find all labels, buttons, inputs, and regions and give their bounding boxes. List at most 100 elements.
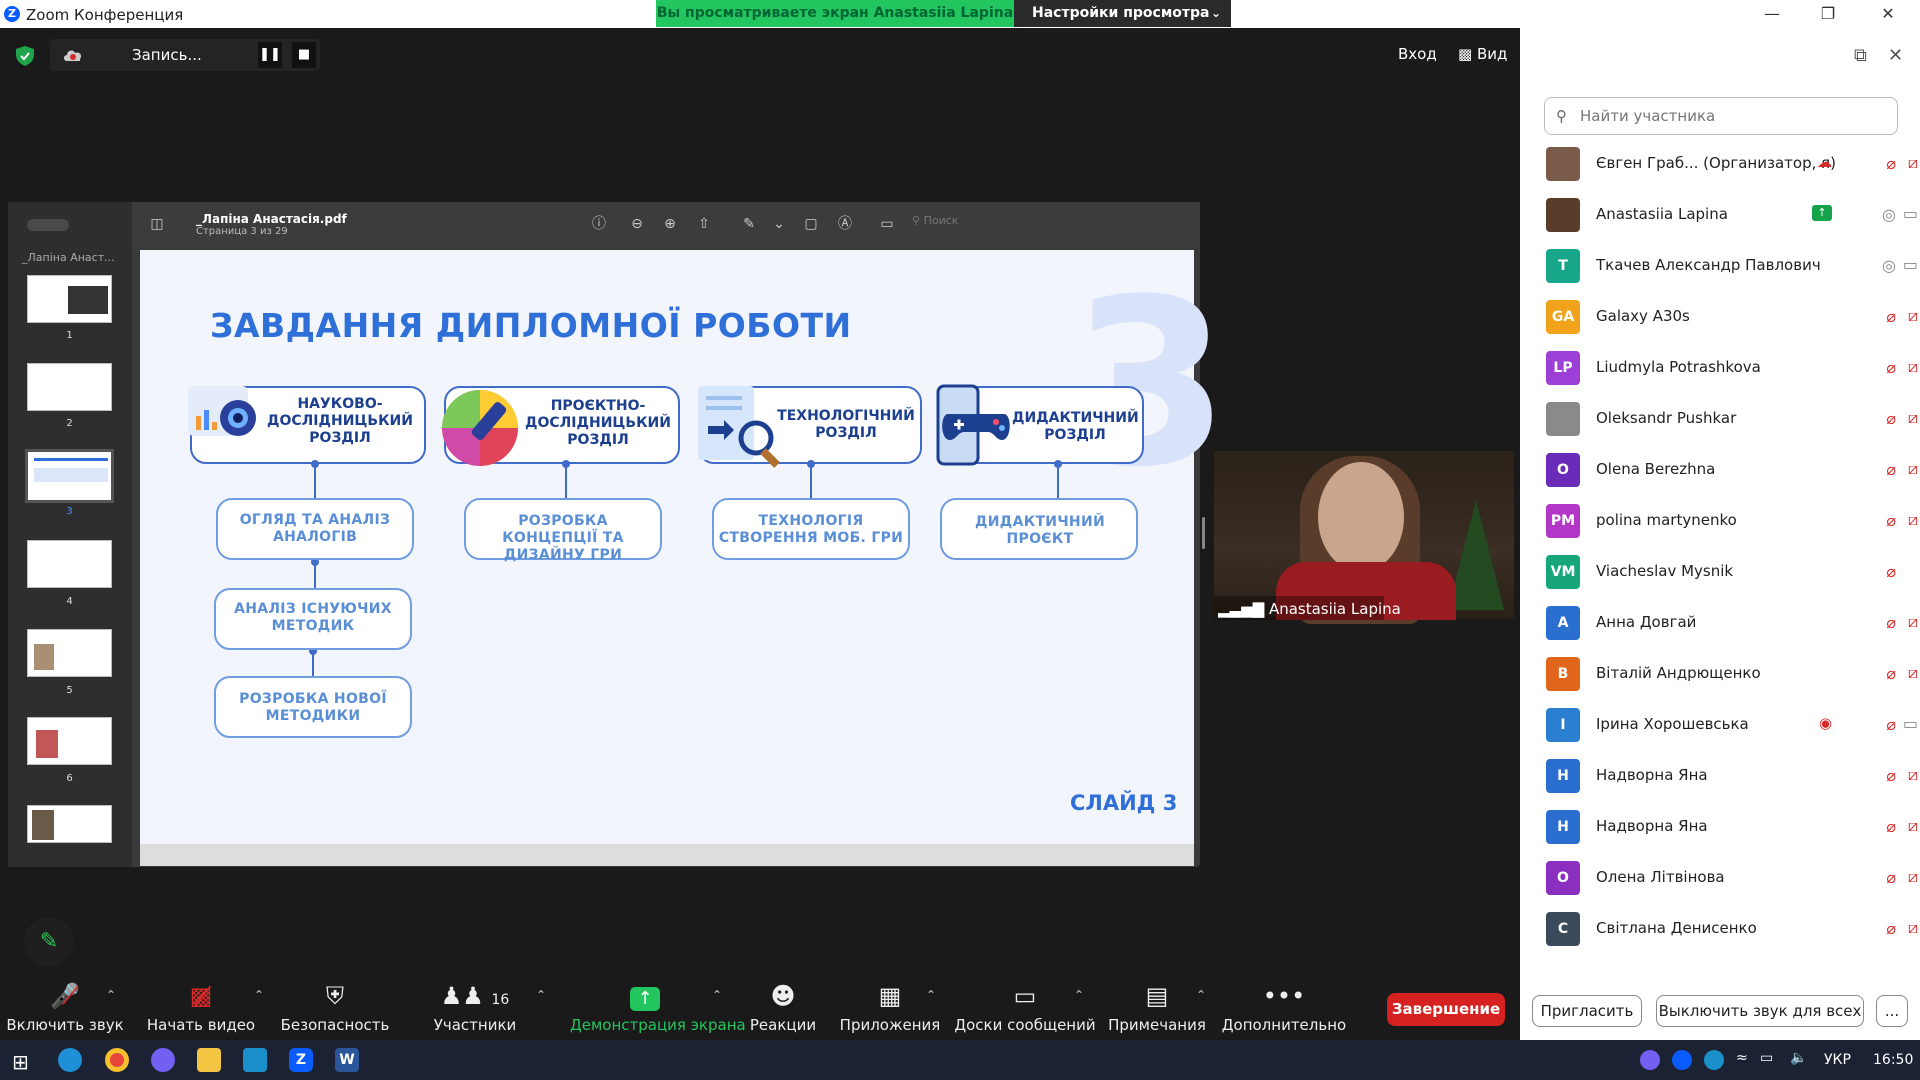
mic-muted-icon[interactable]: ⌀ <box>1886 409 1896 428</box>
page-thumbnail[interactable] <box>27 363 112 411</box>
notes-caret-icon[interactable]: ⌃ <box>1196 988 1206 1002</box>
page-thumbnail[interactable] <box>27 629 112 677</box>
mic-muted-icon[interactable]: ⌀ <box>1886 613 1896 632</box>
video-off-icon[interactable]: ⧄ <box>1908 408 1918 428</box>
participant-search-input[interactable] <box>1580 107 1880 125</box>
mute-all-button[interactable]: Выключить звук для всех <box>1656 995 1864 1027</box>
mic-muted-icon[interactable]: ⌀ <box>1886 562 1896 581</box>
mic-muted-icon[interactable]: ⌀ <box>1886 868 1896 887</box>
zoom-out-icon[interactable]: ⊖ <box>628 215 646 233</box>
end-meeting-button[interactable]: Завершение <box>1387 993 1505 1026</box>
view-settings-button[interactable]: Настройки просмотра ⌄ <box>1014 0 1231 27</box>
chrome-browser-icon[interactable] <box>105 1048 129 1072</box>
view-button[interactable]: ▩ Вид <box>1458 45 1507 63</box>
markup-pen-icon[interactable]: ✎ <box>740 215 758 233</box>
edge-browser-icon[interactable] <box>58 1048 82 1072</box>
security-button[interactable]: ⛨ Безопасность <box>260 982 410 1034</box>
app-icon[interactable] <box>243 1048 267 1072</box>
participant-row[interactable]: I Ірина Хорошевська ◉ ⌀ ▭ <box>1520 700 1920 751</box>
participant-row[interactable]: GA Galaxy A30s ⌀ ⧄ <box>1520 292 1920 343</box>
annotate-icon[interactable]: Ⓐ <box>836 215 854 233</box>
annotate-pencil-button[interactable]: ✎ <box>24 917 74 967</box>
rotate-icon[interactable]: ▢ <box>802 215 820 233</box>
mic-muted-icon[interactable]: ⌀ <box>1886 664 1896 683</box>
mic-icon[interactable]: ◎ <box>1882 205 1896 224</box>
tray-app-icon[interactable] <box>1704 1050 1724 1070</box>
wifi-icon[interactable]: ≈ <box>1736 1050 1748 1066</box>
popout-icon[interactable]: ⧉ <box>1854 45 1867 66</box>
share-screen-button[interactable]: ↑ Демонстрация экрана <box>570 982 746 1034</box>
participant-row[interactable]: B Віталій Андрющенко ⌀ ⧄ <box>1520 649 1920 700</box>
video-off-icon[interactable]: ⧄ <box>1908 306 1918 326</box>
resize-handle[interactable] <box>1202 517 1205 549</box>
apps-button[interactable]: ▦ Приложения <box>815 982 965 1034</box>
page-thumbnail[interactable] <box>27 275 112 323</box>
mic-muted-icon[interactable]: ⌀ <box>1886 154 1896 173</box>
video-off-icon[interactable]: ⧄ <box>1908 153 1918 173</box>
tray-zoom-icon[interactable] <box>1672 1050 1692 1070</box>
mic-muted-icon[interactable]: ⌀ <box>1886 358 1896 377</box>
video-off-icon[interactable]: ⧄ <box>1908 663 1918 683</box>
mic-muted-icon[interactable]: ⌀ <box>1886 919 1896 938</box>
mic-muted-icon[interactable]: ⌀ <box>1886 511 1896 530</box>
participant-row[interactable]: O Олена Літвінова ⌀ ⧄ <box>1520 853 1920 904</box>
mic-muted-icon[interactable]: ⌀ <box>1886 460 1896 479</box>
chevron-down-icon[interactable]: ⌄ <box>770 215 788 233</box>
pause-recording-button[interactable]: ❚❚ <box>258 42 282 68</box>
close-panel-icon[interactable]: ✕ <box>1888 45 1903 66</box>
video-off-icon[interactable]: ⧄ <box>1908 918 1918 938</box>
video-off-icon[interactable]: ⧄ <box>1908 612 1918 632</box>
minimize-icon[interactable]: — <box>1752 2 1792 26</box>
participant-row[interactable]: C Світлана Денисенко ⌀ ⧄ <box>1520 904 1920 955</box>
audio-options-caret-icon[interactable]: ⌃ <box>106 988 116 1002</box>
page-thumbnail[interactable] <box>27 805 112 843</box>
sidebar-layout-icon[interactable]: ◫ <box>148 215 166 233</box>
participant-row[interactable]: PM polina martynenko ⌀ ⧄ <box>1520 496 1920 547</box>
zoom-in-icon[interactable]: ⊕ <box>661 215 679 233</box>
tray-viber-icon[interactable] <box>1640 1050 1660 1070</box>
form-fill-icon[interactable]: ▭ <box>878 215 896 233</box>
sidebar-toggle[interactable] <box>27 219 69 231</box>
apps-caret-icon[interactable]: ⌃ <box>926 988 936 1002</box>
video-off-icon[interactable]: ⧄ <box>1908 765 1918 785</box>
participants-caret-icon[interactable]: ⌃ <box>536 988 546 1002</box>
battery-icon[interactable]: ▭ <box>1760 1050 1773 1066</box>
mic-muted-icon[interactable]: ⌀ <box>1886 307 1896 326</box>
stop-recording-button[interactable]: ■ <box>292 42 316 68</box>
participant-row[interactable]: H Надворна Яна ⌀ ⧄ <box>1520 751 1920 802</box>
participant-row[interactable]: H Надворна Яна ⌀ ⧄ <box>1520 802 1920 853</box>
participant-row[interactable]: A Анна Довгай ⌀ ⧄ <box>1520 598 1920 649</box>
video-off-icon[interactable]: ⧄ <box>1908 510 1918 530</box>
participant-row[interactable]: VM Viacheslav Mysnik ⌀ <box>1520 547 1920 598</box>
video-off-icon[interactable]: ⧄ <box>1908 816 1918 836</box>
video-off-icon[interactable]: ⧄ <box>1908 459 1918 479</box>
notes-button[interactable]: ▤ Примечания <box>1082 982 1232 1034</box>
participant-row[interactable]: Євген Граб... (Организатор, я) ☁ ⌀ ⧄ <box>1520 139 1920 190</box>
unmute-button[interactable]: 🎤̸ Включить звук <box>0 982 140 1034</box>
video-off-icon[interactable]: ⧄ <box>1908 867 1918 887</box>
page-thumbnail[interactable] <box>27 540 112 588</box>
mic-icon[interactable]: ◎ <box>1882 256 1896 275</box>
pdf-search-field[interactable]: ⚲ Поиск <box>912 214 982 234</box>
security-shield-icon[interactable] <box>14 45 36 67</box>
info-icon[interactable]: ⓘ <box>590 215 608 233</box>
share-icon[interactable]: ⇧ <box>695 215 713 233</box>
mic-muted-icon[interactable]: ⌀ <box>1886 766 1896 785</box>
mic-muted-icon[interactable]: ⌀ <box>1886 715 1896 734</box>
participant-row[interactable]: Anastasiia Lapina ↑ ◎ ▭ <box>1520 190 1920 241</box>
video-icon[interactable]: ▭ <box>1903 714 1918 733</box>
close-icon[interactable]: ✕ <box>1868 2 1908 26</box>
invite-button[interactable]: Пригласить <box>1532 995 1642 1027</box>
volume-icon[interactable]: 🔈 <box>1790 1050 1807 1066</box>
restore-icon[interactable]: ❐ <box>1808 2 1848 26</box>
viber-icon[interactable] <box>151 1048 175 1072</box>
page-thumbnail-selected[interactable] <box>25 449 114 503</box>
page-thumbnail[interactable] <box>27 717 112 765</box>
participant-row[interactable]: T Ткачев Александр Павлович ◎ ▭ <box>1520 241 1920 292</box>
more-button[interactable]: ••• Дополнительно <box>1214 982 1354 1034</box>
participant-row[interactable]: Oleksandr Pushkar ⌀ ⧄ <box>1520 394 1920 445</box>
video-off-icon[interactable]: ⧄ <box>1908 357 1918 377</box>
word-icon[interactable]: W <box>335 1048 359 1072</box>
windows-start-icon[interactable]: ⊞ <box>12 1050 29 1074</box>
video-icon[interactable]: ▭ <box>1903 204 1918 223</box>
